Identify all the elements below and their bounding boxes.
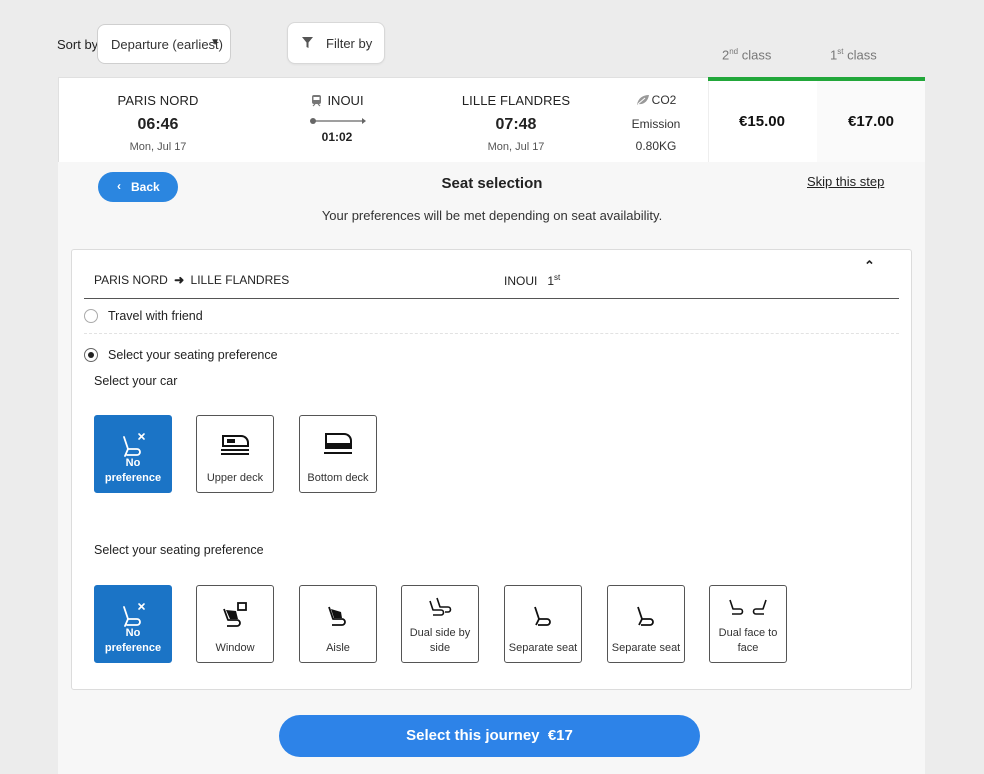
travel-with-friend-label: Travel with friend — [108, 309, 203, 323]
tile-label: Upper deck — [206, 472, 264, 484]
journey-line — [290, 114, 384, 128]
journey-duration: 01:02 — [321, 130, 353, 144]
separate-seat-icon — [608, 600, 684, 632]
seat-separate-tile-1[interactable]: Separate seat — [504, 585, 582, 663]
sort-label: Sort by — [57, 37, 99, 52]
leaf-icon — [636, 94, 650, 109]
tile-label: Bottom deck — [307, 472, 369, 484]
tile-label: No preference — [104, 457, 162, 484]
chevron-up-icon[interactable]: ⌃ — [864, 258, 875, 274]
arrival-date: Mon, Jul 17 — [487, 141, 545, 153]
aisle-seat-icon — [300, 600, 376, 632]
selected-class-indicator — [708, 77, 925, 81]
seat-dual-side-tile[interactable]: Dual side by side — [401, 585, 479, 663]
tile-label: Aisle — [326, 642, 350, 654]
dual-face-to-face-seat-icon — [710, 596, 786, 628]
first-class-price[interactable]: €17.00 — [817, 77, 925, 162]
tile-label: Dual face to face — [718, 627, 778, 654]
origin-name: PARIS NORD — [117, 93, 199, 108]
upper-deck-train-icon — [197, 430, 273, 462]
co2-label: CO2 — [651, 93, 677, 107]
seating-preference-radio[interactable] — [84, 348, 98, 362]
seat-no-preference-tile[interactable]: No preference — [94, 585, 172, 663]
filter-icon — [301, 36, 314, 52]
select-journey-button[interactable]: Select this journey €17 — [279, 715, 700, 757]
tile-label: Separate seat — [611, 642, 681, 654]
co2-info: CO2 Emission 0.80KG — [620, 93, 692, 153]
departure-time: 06:46 — [137, 116, 179, 133]
sort-select[interactable]: Departure (earliest) ▼ — [97, 24, 231, 64]
cta-price: €17 — [547, 727, 573, 744]
seat-window-tile[interactable]: Window — [196, 585, 274, 663]
car-no-preference-tile[interactable]: No preference — [94, 415, 172, 493]
tile-label: No preference — [104, 627, 162, 654]
filter-button[interactable]: Filter by — [287, 22, 385, 64]
first-class-header: 1st class — [830, 47, 877, 63]
arrow-right-icon: ➜ — [174, 273, 185, 287]
destination-name: LILLE FLANDRES — [461, 93, 571, 108]
route-label: PARIS NORD ➜ LILLE FLANDRES — [94, 273, 290, 287]
sort-caret-icon: ▼ — [210, 37, 220, 48]
car-bottom-deck-tile[interactable]: Bottom deck — [299, 415, 377, 493]
co2-value: 0.80KG — [635, 139, 677, 153]
car-heading: Select your car — [94, 374, 178, 388]
second-class-price[interactable]: €15.00 — [708, 77, 816, 162]
tile-label: Window — [215, 642, 255, 654]
travel-with-friend-radio[interactable] — [84, 309, 98, 323]
availability-note: Your preferences will be met depending o… — [321, 208, 663, 223]
co2-sub: Emission — [631, 117, 681, 131]
tile-label: Separate seat — [508, 642, 578, 654]
sort-select-value: Departure (earliest) — [111, 37, 223, 52]
seat-aisle-tile[interactable]: Aisle — [299, 585, 377, 663]
dual-side-by-side-seat-icon — [402, 596, 478, 628]
window-seat-icon — [197, 600, 273, 632]
origin-station: PARIS NORD 06:46 Mon, Jul 17 — [108, 93, 208, 153]
car-upper-deck-tile[interactable]: Upper deck — [196, 415, 274, 493]
seat-dual-face-tile[interactable]: Dual face to face — [709, 585, 787, 663]
train-icon — [310, 94, 323, 110]
tile-label: Dual side by side — [409, 627, 471, 654]
cta-label: Select this journey — [406, 727, 540, 744]
bottom-deck-train-icon — [300, 430, 376, 462]
skip-step-link[interactable]: Skip this step — [807, 174, 884, 189]
train-info: INOUI 01:02 — [290, 93, 384, 144]
filter-label: Filter by — [326, 36, 373, 51]
seating-preference-label: Select your seating preference — [108, 348, 278, 362]
panel-divider — [84, 298, 899, 299]
destination-station: LILLE FLANDRES 07:48 Mon, Jul 17 — [458, 93, 574, 153]
arrival-time: 07:48 — [495, 116, 537, 133]
option-divider — [84, 333, 899, 334]
train-name: INOUI — [327, 93, 364, 108]
separate-seat-icon — [505, 600, 581, 632]
seat-heading: Select your seating preference — [94, 543, 264, 557]
departure-date: Mon, Jul 17 — [129, 141, 187, 153]
seat-separate-tile-2[interactable]: Separate seat — [607, 585, 685, 663]
second-class-header: 2nd class — [722, 47, 772, 63]
train-class-label: INOUI 1st — [504, 273, 561, 288]
